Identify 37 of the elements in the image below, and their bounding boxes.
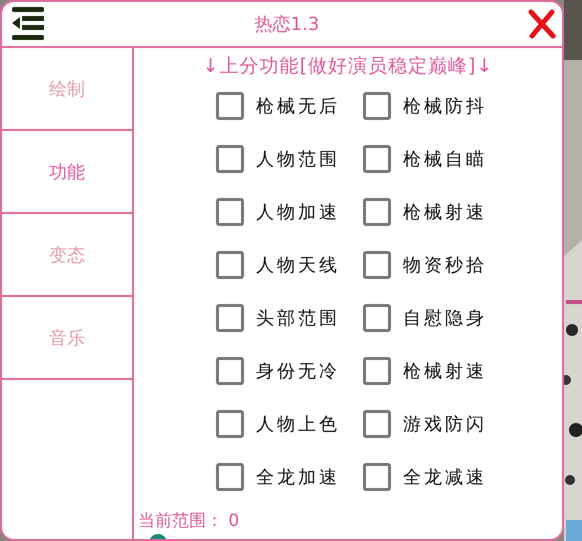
checkbox[interactable] [216, 250, 244, 278]
close-icon[interactable] [528, 9, 556, 39]
checkbox-label: 枪械防抖 [403, 94, 487, 118]
checkbox[interactable] [363, 250, 391, 278]
checkbox[interactable] [216, 92, 244, 120]
checkbox-label: 游戏防闪 [403, 412, 487, 436]
window-title: 热恋1.3 [254, 13, 320, 36]
checkbox-label: 头部范围 [256, 306, 340, 330]
checkbox-label: 身份无冷 [256, 360, 340, 382]
checkbox-label: 人物上色 [256, 412, 340, 436]
section-heading: ↓上分功能[做好演员稳定巅峰]↓ [202, 54, 494, 79]
checkbox-label: 人物范围 [256, 148, 340, 170]
checkbox-label: 物资秒拾 [403, 254, 487, 276]
checkbox[interactable] [216, 356, 244, 384]
checkbox[interactable] [363, 410, 391, 438]
checkbox[interactable] [363, 92, 391, 120]
checkbox-label: 枪械自瞄 [403, 148, 487, 170]
checkbox-label: 人物加速 [256, 200, 340, 224]
checkbox-label: 人物天线 [256, 254, 340, 276]
checkbox-label: 自慰隐身 [403, 306, 487, 330]
checkbox-label: 枪械无后 [256, 94, 340, 118]
checkbox-label: 全龙加速 [256, 466, 340, 488]
checkbox[interactable] [216, 462, 244, 490]
checkbox[interactable] [363, 304, 391, 332]
checkbox[interactable] [216, 144, 244, 172]
menu-collapse-icon[interactable] [10, 6, 46, 42]
checkbox[interactable] [216, 304, 244, 332]
checkbox-label: 枪械射速 [403, 200, 487, 224]
range-label: 当前范围： 0 [138, 510, 240, 532]
checkbox[interactable] [363, 144, 391, 172]
checkbox-label: 枪械射速 [403, 360, 487, 382]
checkbox[interactable] [216, 410, 244, 438]
checkbox[interactable] [363, 198, 391, 226]
checkbox[interactable] [363, 462, 391, 490]
checkbox[interactable] [216, 198, 244, 226]
checkbox[interactable] [363, 356, 391, 384]
checkbox-label: 全龙减速 [403, 466, 487, 488]
